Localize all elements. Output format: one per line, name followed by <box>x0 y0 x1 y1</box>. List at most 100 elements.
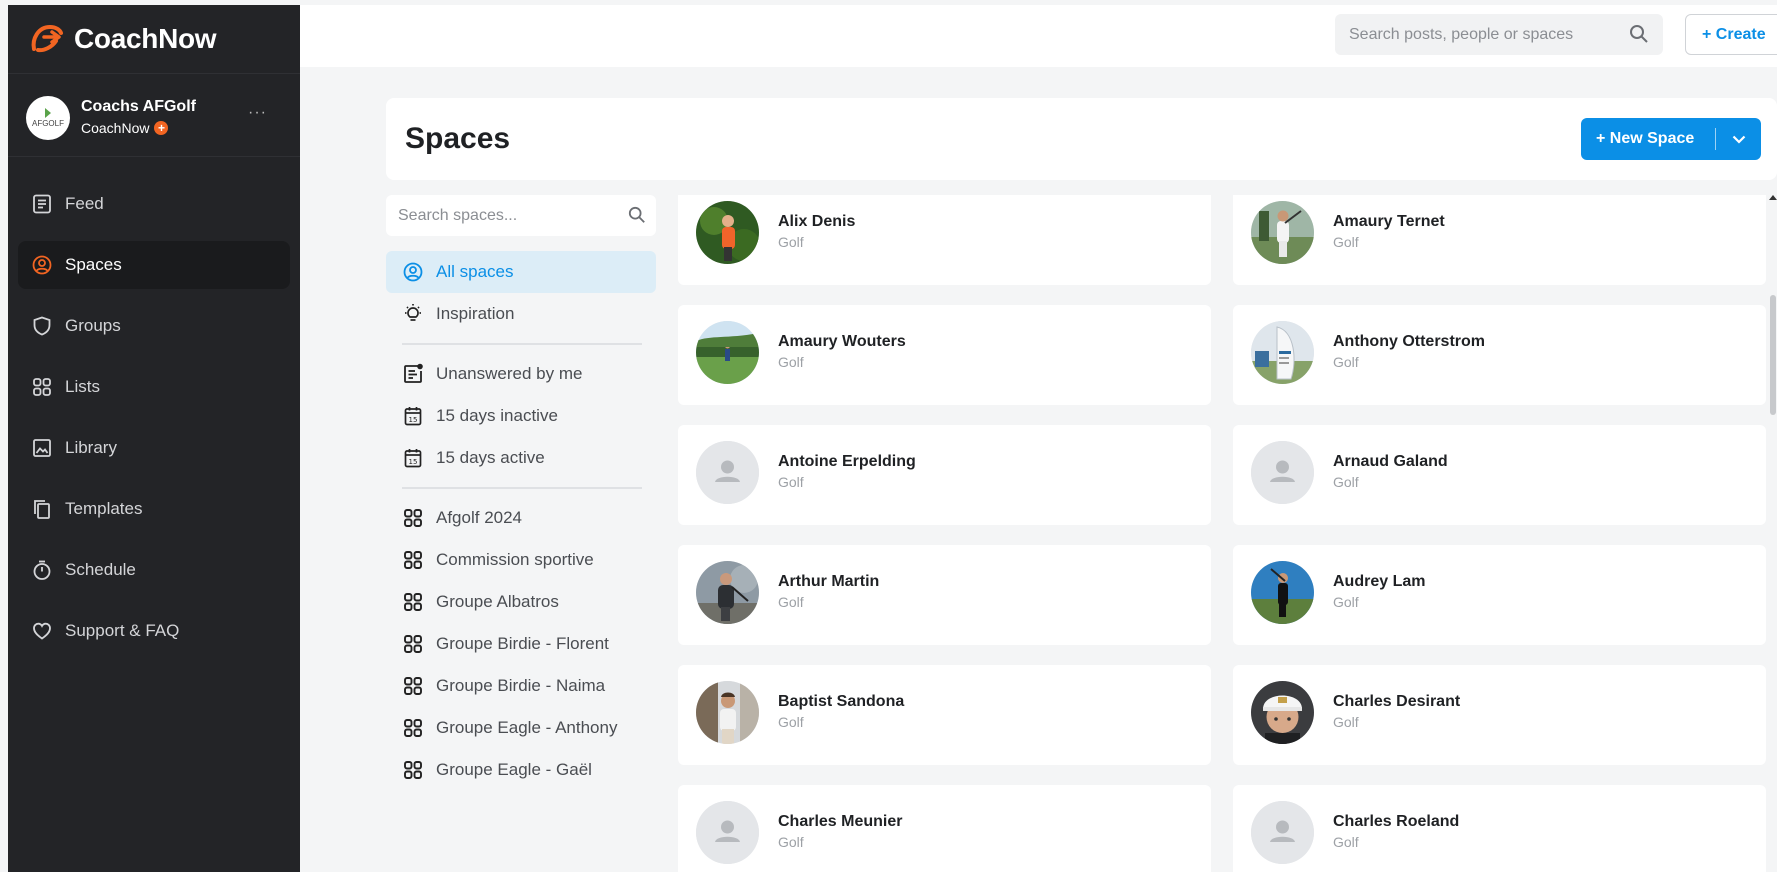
space-sport: Golf <box>778 234 804 250</box>
filter-list-item[interactable]: Commission sportive <box>386 539 656 581</box>
search-icon[interactable] <box>1629 24 1649 44</box>
space-card[interactable]: Charles Desirant Golf <box>1233 665 1766 765</box>
brand[interactable]: CoachNow <box>26 19 217 59</box>
nav-item-label: Feed <box>65 194 104 213</box>
filter-label: Unanswered by me <box>436 364 583 383</box>
space-card[interactable]: Antoine Erpelding Golf <box>678 425 1211 525</box>
spaces-search-input[interactable] <box>398 206 618 225</box>
nav-item-spaces[interactable]: Spaces <box>18 241 290 289</box>
space-card[interactable]: Charles Meunier Golf <box>678 785 1211 872</box>
global-search[interactable] <box>1335 14 1663 55</box>
filter-list-item[interactable]: Groupe Eagle - Gaël <box>386 749 656 791</box>
grid-icon <box>404 677 422 695</box>
new-space-label[interactable]: + New Space <box>1581 130 1715 148</box>
global-search-input[interactable] <box>1349 25 1619 44</box>
spaces-search[interactable] <box>386 195 656 236</box>
nav-item-templates[interactable]: Templates <box>18 485 290 533</box>
timer-icon <box>33 560 51 580</box>
space-card[interactable]: Arthur Martin Golf <box>678 545 1211 645</box>
space-sport: Golf <box>1333 714 1359 730</box>
calendar-day: 15 <box>409 458 418 466</box>
space-name: Alix Denis <box>778 213 856 230</box>
space-card[interactable]: Baptist Sandona Golf <box>678 665 1211 765</box>
filter-label: Groupe Birdie - Florent <box>436 634 609 653</box>
list-filters: Afgolf 2024 Commission sportive Groupe Alb… <box>386 497 658 791</box>
shield-icon <box>33 316 51 336</box>
page-header: Spaces + New Space <box>386 98 1777 180</box>
space-sport: Golf <box>778 834 804 850</box>
nav-item-library[interactable]: Library <box>18 424 290 472</box>
nav-item-label: Schedule <box>65 560 136 579</box>
nav-item-support[interactable]: Support & FAQ <box>18 607 290 655</box>
user-circle-icon <box>403 262 423 282</box>
scroll-thumb[interactable] <box>1770 295 1776 415</box>
filter-all-spaces[interactable]: All spaces <box>386 251 656 293</box>
spaces-scrollbar[interactable] <box>1769 195 1777 872</box>
copy-icon <box>34 500 50 519</box>
space-card[interactable]: Alix Denis Golf <box>678 195 1211 285</box>
space-card[interactable]: Amaury Wouters Golf <box>678 305 1211 405</box>
space-sport: Golf <box>1333 834 1359 850</box>
page-title: Spaces <box>405 122 511 155</box>
account-plan: CoachNow + <box>81 120 169 136</box>
space-avatar <box>696 561 759 624</box>
filter-list-item[interactable]: Groupe Albatros <box>386 581 656 623</box>
calendar-icon: 15 <box>404 407 422 426</box>
filter-label: Inspiration <box>436 304 515 323</box>
nav-item-lists[interactable]: Lists <box>18 363 290 411</box>
filter-list-item[interactable]: Afgolf 2024 <box>386 497 656 539</box>
nav-item-label: Support & FAQ <box>65 621 180 640</box>
filter-label: Groupe Birdie - Naima <box>436 676 606 695</box>
nav-item-feed[interactable]: Feed <box>18 180 290 228</box>
search-icon[interactable] <box>628 206 646 224</box>
nav-item-groups[interactable]: Groups <box>18 302 290 350</box>
space-name: Arthur Martin <box>778 573 880 590</box>
filter-inspiration[interactable]: Inspiration <box>386 293 656 335</box>
space-avatar <box>696 201 759 264</box>
space-name: Baptist Sandona <box>778 693 905 710</box>
create-button[interactable]: + Create <box>1685 14 1777 55</box>
space-sport: Golf <box>778 594 804 610</box>
nav-item-label: Spaces <box>65 255 122 274</box>
lightbulb-icon <box>405 304 421 321</box>
account-avatar-label: AFGOLF <box>31 119 64 128</box>
account-switcher[interactable]: AFGOLF Coachs AFGolf CoachNow + ··· <box>8 73 300 157</box>
filter-unanswered[interactable]: Unanswered by me <box>386 353 656 395</box>
space-name: Charles Desirant <box>1333 693 1461 710</box>
unanswered-icon <box>404 363 423 383</box>
scroll-up-arrow-icon[interactable] <box>1769 195 1777 200</box>
account-subtitle: CoachNow <box>81 120 150 136</box>
space-card[interactable]: Amaury Ternet Golf <box>1233 195 1766 285</box>
filter-label: Groupe Eagle - Anthony <box>436 718 618 737</box>
grid-icon <box>404 761 422 779</box>
space-card[interactable]: Audrey Lam Golf <box>1233 545 1766 645</box>
space-avatar <box>1251 441 1314 504</box>
space-avatar <box>1251 321 1314 384</box>
space-avatar <box>696 681 759 744</box>
account-more-button[interactable]: ··· <box>248 104 267 122</box>
coachnow-logo-icon <box>31 24 63 53</box>
new-space-dropdown[interactable] <box>1716 130 1761 148</box>
space-card[interactable]: Charles Roeland Golf <box>1233 785 1766 872</box>
filter-list-item[interactable]: Groupe Eagle - Anthony <box>386 707 656 749</box>
filter-15-days-active[interactable]: 15 15 days active <box>386 437 656 479</box>
afgolf-logo-icon <box>45 108 51 118</box>
filter-15-days-inactive[interactable]: 15 15 days inactive <box>386 395 656 437</box>
new-space-button[interactable]: + New Space <box>1581 118 1761 160</box>
nav-item-schedule[interactable]: Schedule <box>18 546 290 594</box>
space-name: Arnaud Galand <box>1333 453 1448 470</box>
space-card[interactable]: Anthony Otterstrom Golf <box>1233 305 1766 405</box>
space-card[interactable]: Arnaud Galand Golf <box>1233 425 1766 525</box>
filter-label: All spaces <box>436 262 514 281</box>
filter-list-item[interactable]: Groupe Birdie - Florent <box>386 623 656 665</box>
account-name: Coachs AFGolf <box>81 98 196 115</box>
nav-item-label: Lists <box>65 377 100 396</box>
filter-list-item[interactable]: Groupe Birdie - Naima <box>386 665 656 707</box>
space-sport: Golf <box>1333 474 1359 490</box>
grid-icon <box>404 509 422 527</box>
space-name: Charles Meunier <box>778 813 903 830</box>
space-name: Amaury Wouters <box>778 333 906 350</box>
filter-label: 15 days active <box>436 448 545 467</box>
calendar-icon: 15 <box>404 449 422 468</box>
filter-label: Afgolf 2024 <box>436 508 523 527</box>
